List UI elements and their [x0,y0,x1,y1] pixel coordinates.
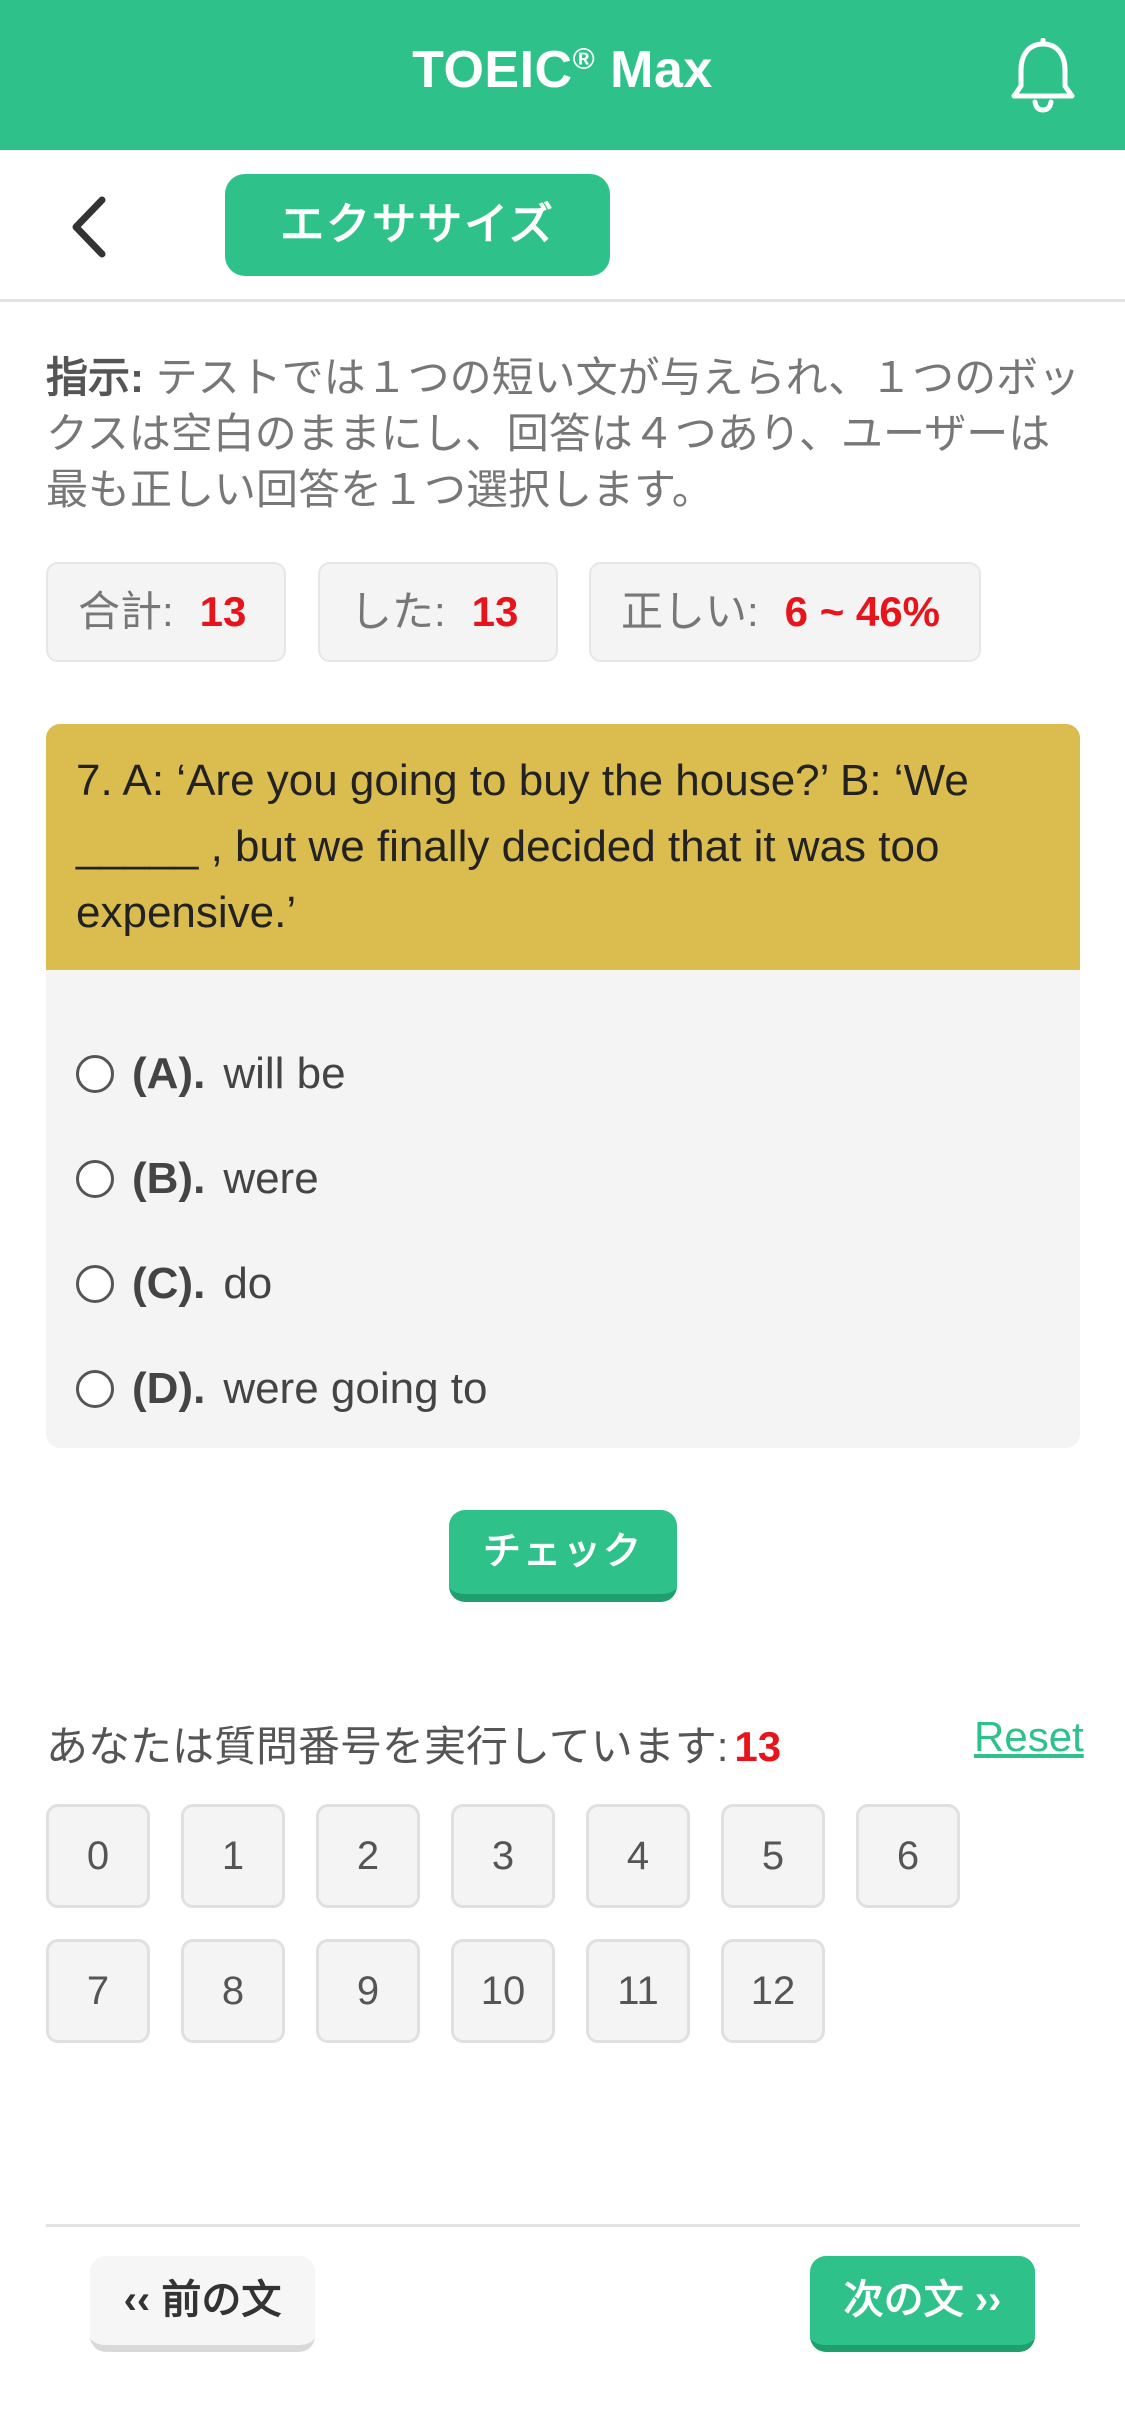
stat-total: 合計: 13 [46,562,286,662]
option-c[interactable]: (C). do [76,1244,1036,1324]
running-label: あなたは質問番号を実行しています: [46,1723,729,1770]
stat-correct-value: 6 ~ 46% [784,588,940,635]
footer-divider [46,2224,1080,2227]
chevron-left-icon[interactable] [60,192,120,262]
instruction-body: テストでは１つの短い文が与えられ、１つのボックスは空白のままにし、回答は４つあり… [46,354,1081,513]
registered-mark: ® [572,43,596,76]
option-text: were going to [223,1364,488,1413]
option-letter: (D). [132,1364,206,1413]
answer-options: (A). will be (B). were (C). do (D). were goi… [46,970,1080,1448]
question-number-button[interactable]: 11 [586,1939,690,2043]
option-b[interactable]: (B). were [76,1139,1036,1219]
radio-icon[interactable] [76,1055,114,1093]
option-a[interactable]: (A). will be [76,1034,1036,1114]
sub-header: エクササイズ [0,150,1125,302]
previous-sentence-button[interactable]: ‹‹ 前の文 [90,2256,315,2352]
question-number-button[interactable]: 0 [46,1804,150,1908]
question-number-button[interactable]: 10 [451,1939,555,2043]
question-number-button[interactable]: 3 [451,1804,555,1908]
reset-link[interactable]: Reset [974,1713,1084,1761]
question-number-button[interactable]: 6 [856,1804,960,1908]
question-number-button[interactable]: 5 [721,1804,825,1908]
app-header: TOEIC® Max [0,0,1125,150]
question-number-button[interactable]: 12 [721,1939,825,2043]
next-sentence-button[interactable]: 次の文 ›› [810,2256,1035,2352]
option-letter: (C). [132,1259,206,1308]
option-letter: (A). [132,1049,206,1098]
instruction-text: 指示: テストでは１つの短い文が与えられ、１つのボックスは空白のままにし、回答は… [46,350,1086,518]
running-question-status: あなたは質問番号を実行しています: 13 [46,1713,781,1774]
question-number-button[interactable]: 9 [316,1939,420,2043]
option-d[interactable]: (D). were going to [76,1349,1036,1429]
stat-total-label: 合計: [78,588,174,635]
stat-done-label: した: [350,588,446,635]
radio-icon[interactable] [76,1370,114,1408]
running-value: 13 [734,1723,782,1770]
stat-correct-label: 正しい: [621,588,759,635]
radio-icon[interactable] [76,1265,114,1303]
question-number-button[interactable]: 1 [181,1804,285,1908]
question-number-button[interactable]: 2 [316,1804,420,1908]
question-number-button[interactable]: 4 [586,1804,690,1908]
instruction-label: 指示: [46,354,144,401]
stat-total-value: 13 [199,588,247,635]
stat-done-value: 13 [471,588,519,635]
bell-icon[interactable] [1008,37,1078,114]
app-title: TOEIC® Max [0,40,1125,100]
stat-correct: 正しい: 6 ~ 46% [589,562,981,662]
app-name: TOEIC [412,41,573,99]
option-text: do [223,1259,273,1308]
question-number-button[interactable]: 7 [46,1939,150,2043]
check-button[interactable]: チェック [449,1510,677,1602]
question-text: 7. A: ‘Are you going to buy the house?’ … [46,724,1080,970]
stat-done: した: 13 [318,562,558,662]
question-number-button[interactable]: 8 [181,1939,285,2043]
exercise-tab[interactable]: エクササイズ [225,174,610,276]
app-name-suffix: Max [595,41,713,99]
option-text: were [223,1154,319,1203]
radio-icon[interactable] [76,1160,114,1198]
option-text: will be [223,1049,346,1098]
option-letter: (B). [132,1154,206,1203]
